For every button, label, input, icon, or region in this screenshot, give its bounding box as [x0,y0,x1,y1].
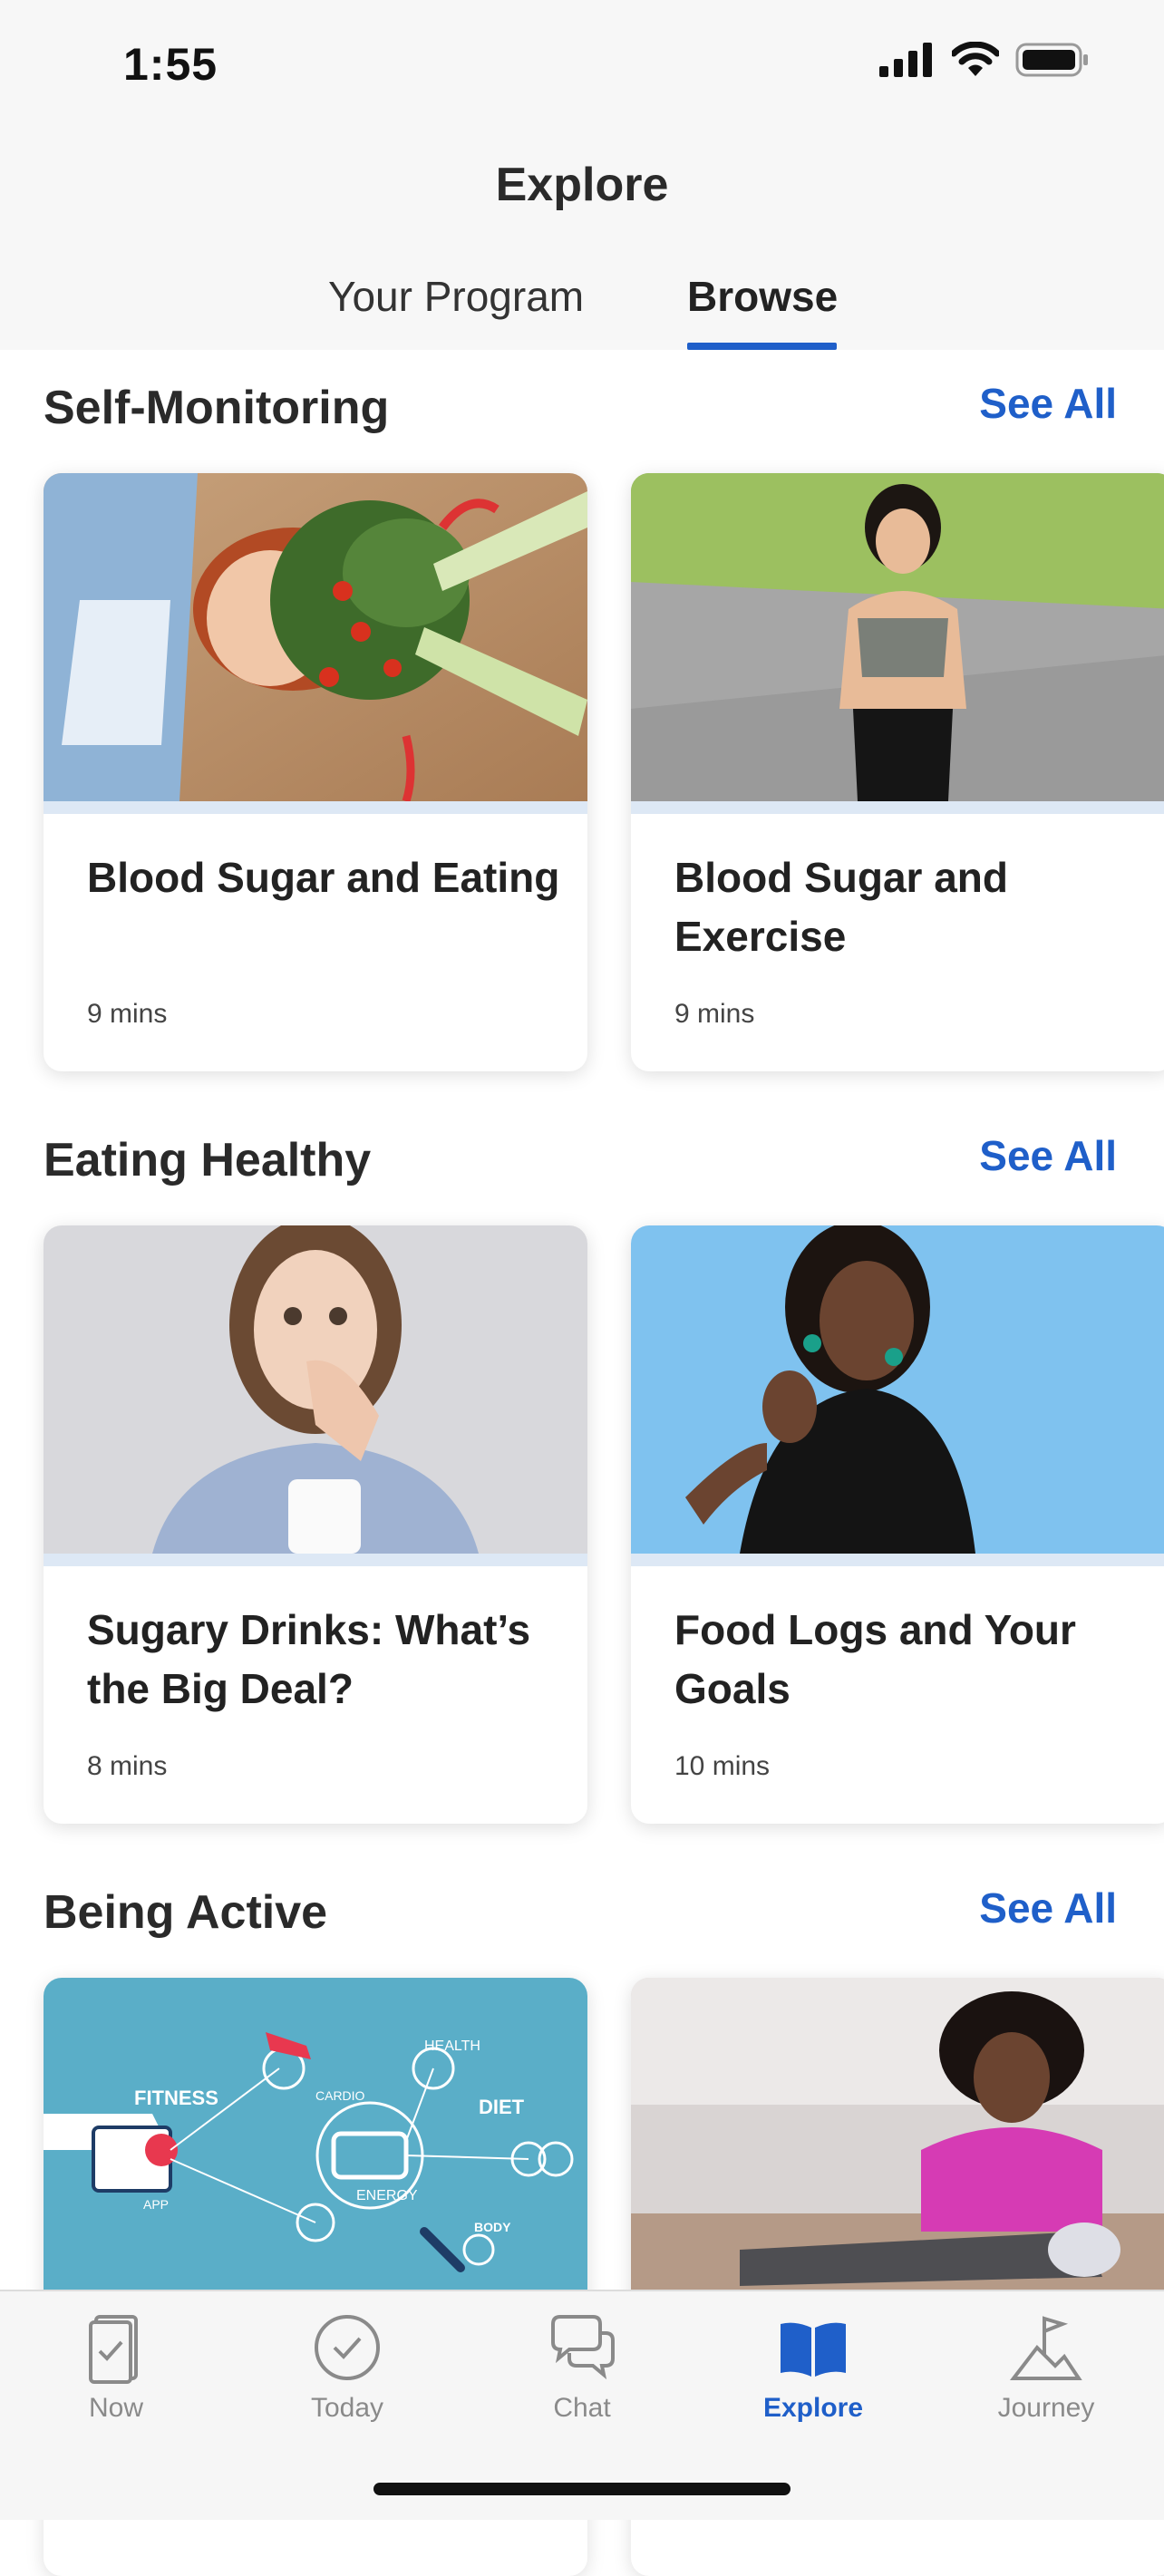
woman-stretching-photo [631,1978,1164,2306]
card-divider [44,1554,587,1566]
status-icons [879,42,1090,78]
card-title: Blood Sugar and Eating [87,854,560,901]
home-indicator[interactable] [373,2483,791,2495]
see-all-self-monitoring[interactable]: See All [979,379,1117,428]
fitness-infographic: FITNESS HEALTH DIET CARDIO ENERGY APP BO… [44,1978,587,2306]
tab-bar-label: Chat [553,2393,611,2423]
content-card[interactable]: Food Logs and Your Goals 10 mins [631,1225,1164,1824]
tab-your-program[interactable]: Your Program [328,272,584,321]
infographic-label-cardio: CARDIO [315,2088,365,2103]
flag-mountain-icon [1010,2316,1082,2380]
content-card[interactable]: Blood Sugar and Exercise 9 mins [631,473,1164,1071]
content-card[interactable]: Blood Sugar and Eating 9 mins [44,473,587,1071]
battery-icon [1015,43,1088,77]
tab-bar-journey[interactable]: Journey [955,2311,1137,2424]
page-title: Explore [495,159,669,211]
tab-bar-chat[interactable]: Chat [491,2311,673,2424]
section-title-being-active: Being Active [44,1886,328,1939]
tab-browse[interactable]: Browse [687,272,838,321]
active-tab-indicator [687,343,837,350]
wifi-icon [952,42,999,76]
woman-jogging-photo [631,473,1164,801]
cellular-signal-icon [879,43,932,77]
infographic-label-energy: ENERGY [356,2188,418,2203]
infographic-label-health: HEALTH [424,2039,480,2054]
card-title: Sugary Drinks: What’s the Big Deal? [87,1606,531,1712]
check-circle-icon [315,2315,380,2380]
infographic-label-body: BODY [474,2220,511,2234]
tab-bar-label: Explore [762,2393,864,2423]
see-all-being-active[interactable]: See All [979,1884,1117,1932]
see-all-eating-healthy[interactable]: See All [979,1131,1117,1180]
tab-bar-now[interactable]: Now [25,2311,207,2424]
card-duration: 9 mins [674,999,755,1029]
tab-bar-today[interactable]: Today [257,2311,438,2424]
infographic-label-app: APP [143,2197,169,2212]
woman-with-vegetables-photo [44,473,587,801]
status-time: 1:55 [123,39,218,90]
card-divider [631,801,1164,814]
content-card[interactable]: Sugary Drinks: What’s the Big Deal? 8 mi… [44,1225,587,1824]
tab-bar-explore[interactable]: Explore [723,2311,904,2424]
tab-bar-label: Now [88,2393,143,2423]
open-book-icon [781,2322,846,2377]
card-divider [44,801,587,814]
checklist-icon [89,2315,138,2384]
surprised-woman-with-mug-photo [44,1225,587,1554]
infographic-label-diet: DIET [479,2096,525,2118]
woman-thumbs-up-photo [631,1225,1164,1554]
card-duration: 10 mins [674,1751,771,1781]
tab-bar-label: Today [310,2393,384,2423]
section-title-eating-healthy: Eating Healthy [44,1134,372,1186]
card-duration: 8 mins [87,1751,168,1781]
card-title: Blood Sugar and Exercise [674,854,1008,960]
infographic-label-fitness: FITNESS [134,2087,218,2109]
card-divider [631,1554,1164,1566]
tab-bar-label: Journey [997,2393,1095,2423]
chat-bubbles-icon [551,2315,615,2380]
section-title-self-monitoring: Self-Monitoring [44,382,390,434]
card-duration: 9 mins [87,999,168,1029]
card-title: Food Logs and Your Goals [674,1606,1076,1712]
